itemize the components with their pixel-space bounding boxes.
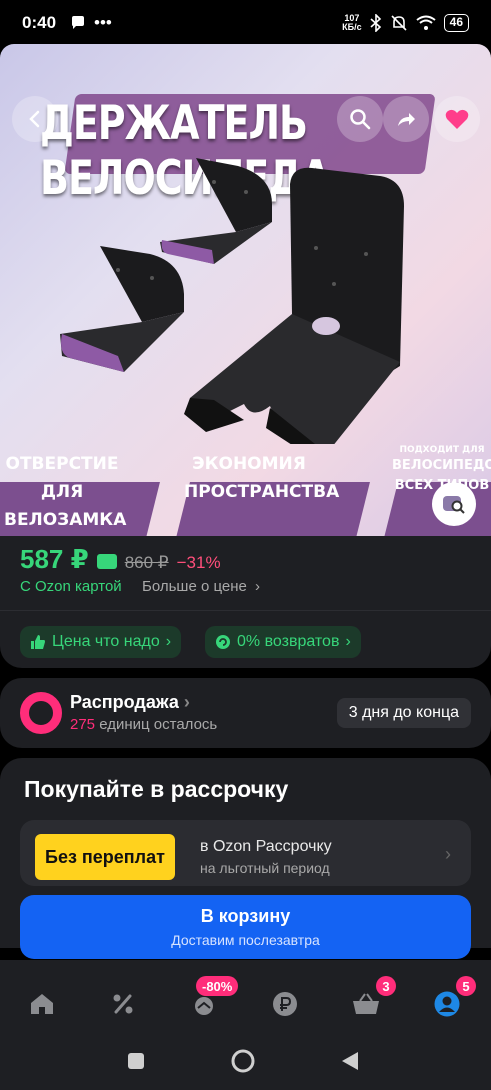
status-time: 0:40: [22, 13, 57, 32]
back-triangle-icon[interactable]: [341, 1051, 359, 1071]
tab-home[interactable]: [20, 986, 64, 1022]
return-icon: [216, 635, 230, 649]
installment-line2: на льготный период: [200, 860, 330, 876]
product-image[interactable]: ДЕРЖАТЕЛЬ ВЕЛОСИПЕДА ОТВЕРСТИЕ ДЛЯ ВЕЛОЗ…: [0, 44, 491, 536]
thumbs-up-icon: [31, 635, 45, 649]
back-button[interactable]: [12, 96, 58, 142]
photo-search-icon: [443, 496, 465, 514]
sale-progress-ring: [20, 692, 62, 734]
chevron-right-icon: ›: [183, 692, 190, 712]
status-bar: 0:40 ••• 107 КБ/с 46: [0, 0, 491, 46]
basket-icon: [353, 993, 379, 1014]
search-button[interactable]: [337, 96, 383, 142]
current-price: 587 ₽: [20, 544, 89, 574]
chevron-left-icon: [29, 110, 40, 128]
chevron-right-icon: ›: [445, 844, 451, 864]
tab-discounts[interactable]: [101, 986, 145, 1022]
ruble-icon: [273, 992, 297, 1016]
bluetooth-icon: [370, 14, 381, 32]
battery-indicator: 46: [443, 14, 469, 32]
bike-holder-illustration: [60, 158, 404, 444]
old-price: 860 ₽: [124, 553, 169, 572]
discount-percent: −31%: [176, 553, 221, 572]
fair-price-pill[interactable]: Цена что надо ›: [20, 626, 182, 658]
installment-line1: в Ozon Рассрочку: [200, 838, 332, 855]
large-bracket: [184, 167, 404, 444]
photo-search-button[interactable]: [432, 482, 476, 526]
ozon-card-icon: [96, 554, 117, 569]
installment-card[interactable]: Без переплат в Ozon Рассрочку на льготны…: [20, 820, 471, 886]
wifi-icon: [416, 15, 436, 30]
price-section: 587 ₽ 860 ₽ −31% С Ozon картой Больше о …: [0, 536, 491, 668]
tab-profile-badge: 5: [456, 976, 476, 996]
banner-1-text: ОТВЕРСТИЕ ДЛЯ ВЕЛОЗАМКА: [4, 454, 127, 530]
days-left-badge: 3 дня до конца: [336, 698, 471, 728]
share-icon: [398, 113, 415, 126]
add-to-cart-label: В корзину: [200, 906, 291, 926]
more-about-price-link[interactable]: Больше о цене ›: [142, 578, 260, 595]
more-dots-icon: •••: [94, 13, 112, 32]
tab-fresh-badge: -80%: [196, 976, 239, 996]
profile-icon: [434, 991, 460, 1017]
bottom-tab-bar: -80% 3 5: [0, 960, 491, 1040]
percent-icon: [113, 994, 133, 1014]
share-button[interactable]: [383, 96, 429, 142]
returns-pill[interactable]: 0% возвратов ›: [205, 626, 361, 658]
tab-finance[interactable]: [263, 986, 307, 1022]
installment-title: Покупайте в рассрочку: [24, 776, 289, 802]
sale-section[interactable]: Распродажа › 275 единиц осталось 3 дня д…: [0, 678, 491, 748]
mute-bell-icon: [391, 15, 407, 31]
favorite-button[interactable]: [434, 96, 480, 142]
no-overpay-badge: Без переплат: [35, 834, 175, 880]
tab-cart-badge: 3: [376, 976, 396, 996]
sale-title: Распродажа ›: [70, 692, 190, 712]
net-speed: 107 КБ/с: [342, 13, 362, 32]
heart-icon: [445, 109, 469, 129]
chat-icon: [72, 16, 85, 29]
home-circle-icon[interactable]: [231, 1049, 255, 1073]
system-nav-bar: [0, 1040, 491, 1090]
search-icon: [350, 109, 371, 130]
chevron-right-icon: ›: [345, 633, 351, 650]
banner-2-text: ЭКОНОМИЯ ПРОСТРАНСТВА: [184, 454, 340, 502]
divider: [0, 610, 491, 611]
delivery-label: Доставим послезавтра: [171, 932, 320, 948]
small-bracket-left: [60, 246, 184, 372]
sale-remaining: 275 единиц осталось: [70, 716, 218, 733]
chevron-right-icon: ›: [165, 633, 172, 650]
chevron-right-icon: ›: [255, 578, 261, 595]
recents-icon[interactable]: [127, 1052, 145, 1070]
small-bracket-top: [160, 158, 272, 264]
ozon-card-label: С Ozon картой: [20, 578, 122, 595]
home-icon: [31, 994, 53, 1014]
add-to-cart-button[interactable]: В корзину Доставим послезавтра: [20, 895, 471, 959]
